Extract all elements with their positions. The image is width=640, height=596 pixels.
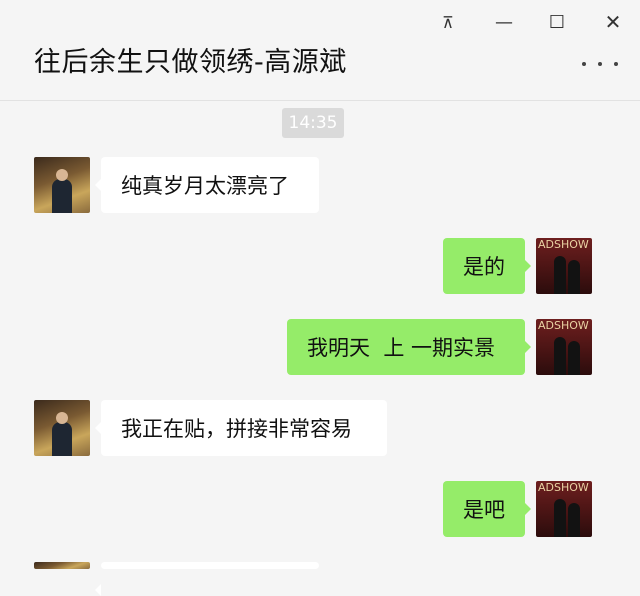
maximize-button[interactable]: ☐: [541, 8, 573, 36]
avatar-figure: [554, 256, 566, 294]
contact-avatar[interactable]: [34, 400, 90, 456]
message-bubble-incoming[interactable]: [95, 562, 319, 596]
avatar-brand-text: ADSHOW: [538, 481, 589, 494]
avatar-figure: [554, 337, 566, 375]
avatar-figure: [554, 499, 566, 537]
message-bubble-outgoing[interactable]: 是的: [443, 238, 531, 294]
avatar-figure: [568, 503, 580, 537]
dot: [614, 62, 618, 66]
avatar-brand-text: ADSHOW: [538, 238, 589, 251]
timestamp-badge: 14:35: [282, 108, 344, 138]
avatar-brand-text: ADSHOW: [538, 319, 589, 332]
more-options-icon[interactable]: [582, 52, 618, 76]
contact-avatar[interactable]: [34, 562, 90, 569]
chat-header: 往后余生只做领绣-高源斌 ⊼ — ☐ ✕: [0, 0, 640, 101]
message-text: 是吧: [463, 498, 505, 522]
message-bubble-incoming[interactable]: 我正在贴，拼接非常容易: [95, 400, 387, 456]
dot: [582, 62, 586, 66]
message-text: 是的: [463, 255, 505, 279]
self-avatar[interactable]: ADSHOW: [536, 319, 592, 375]
message-text: 我正在贴，拼接非常容易: [121, 417, 352, 441]
chat-title: 往后余生只做领绣-高源斌: [34, 47, 347, 78]
minimize-button[interactable]: —: [488, 8, 520, 36]
message-text: 纯真岁月太漂亮了: [121, 174, 289, 198]
dot: [598, 62, 602, 66]
message-bubble-outgoing[interactable]: 我明天 上 一期实景: [287, 319, 531, 375]
message-bubble-outgoing[interactable]: 是吧: [443, 481, 531, 537]
avatar-figure: [568, 260, 580, 294]
contact-avatar[interactable]: [34, 157, 90, 213]
message-text: 我明天 上 一期实景: [307, 336, 496, 360]
close-button[interactable]: ✕: [597, 8, 629, 36]
pin-icon[interactable]: ⊼: [432, 8, 464, 36]
self-avatar[interactable]: ADSHOW: [536, 481, 592, 537]
avatar-figure: [568, 341, 580, 375]
message-bubble-incoming[interactable]: 纯真岁月太漂亮了: [95, 157, 319, 213]
self-avatar[interactable]: ADSHOW: [536, 238, 592, 294]
